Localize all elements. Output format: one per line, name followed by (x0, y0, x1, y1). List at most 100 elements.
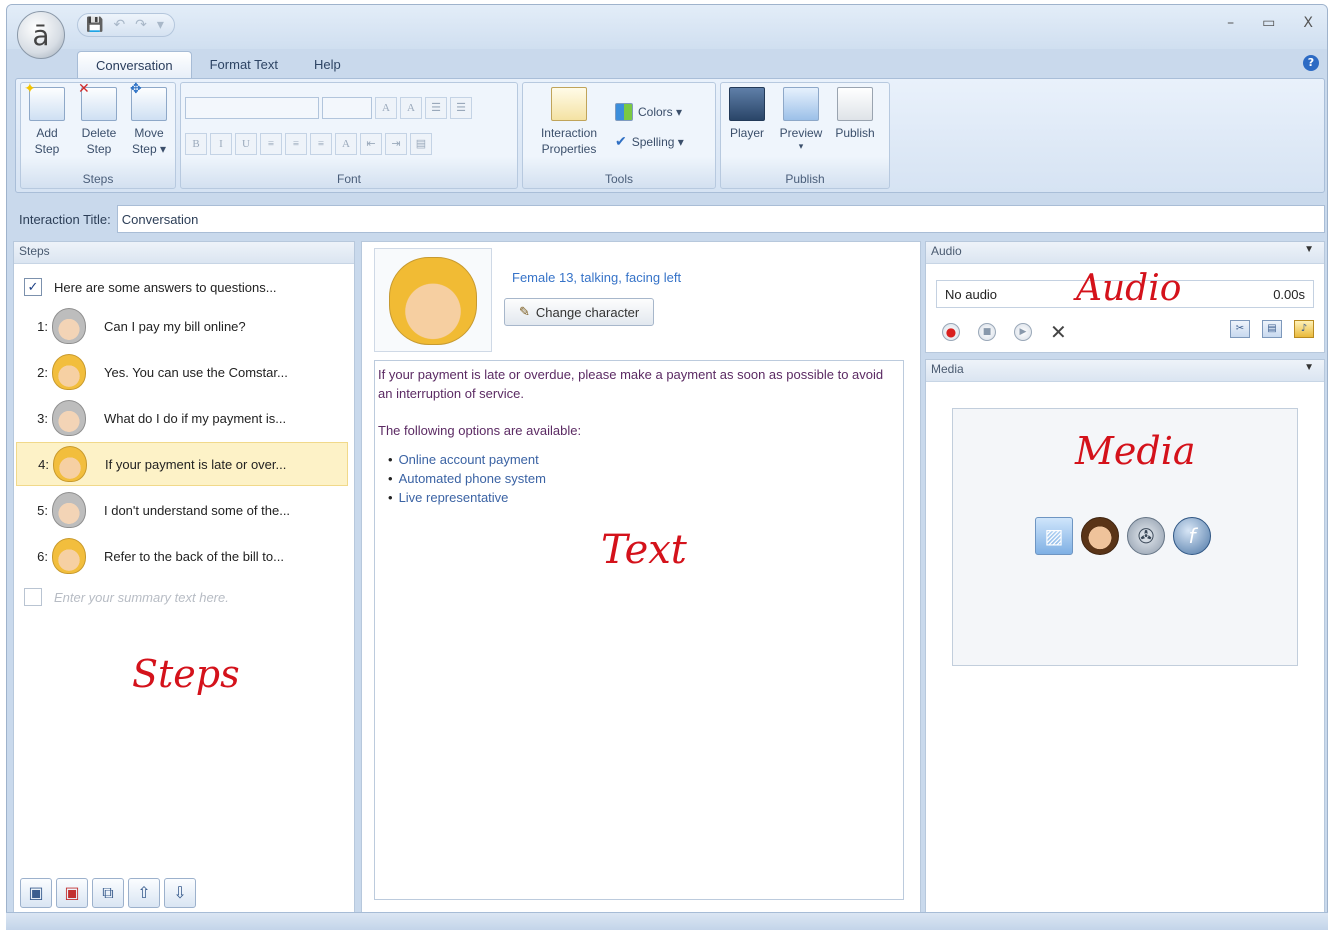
young-character-avatar-icon (52, 354, 86, 390)
character-description-link[interactable]: Female 13, talking, facing left (512, 270, 681, 285)
undo-icon[interactable]: ↶ (113, 17, 125, 33)
save-icon[interactable]: 💾 (86, 17, 103, 33)
publish-group: Player Preview ▾ Publish Publish (720, 82, 890, 189)
tab-help[interactable]: Help (296, 51, 359, 79)
move-down-icon[interactable]: ⇩ (164, 878, 196, 908)
minimize-button[interactable]: – (1227, 15, 1234, 31)
steps-panel-header: Steps (14, 242, 354, 264)
preview-magnifier-icon (783, 87, 819, 121)
record-icon[interactable]: ● (942, 323, 960, 341)
audio-duration: 0.00s (1273, 286, 1305, 302)
move-up-icon[interactable]: ⇧ (128, 878, 160, 908)
step-text-editor[interactable]: If your payment is late or overdue, plea… (374, 360, 904, 900)
increase-indent-button[interactable]: ⇥ (385, 133, 407, 155)
insert-flash-icon[interactable]: f (1173, 517, 1211, 555)
audio-tts-icon[interactable]: ♪ (1294, 320, 1314, 338)
audio-annotation: Audio (1076, 268, 1182, 309)
align-right-button[interactable]: ≡ (310, 133, 332, 155)
italic-button[interactable]: I (210, 133, 232, 155)
step-number: 6: (37, 548, 48, 564)
tab-format-text[interactable]: Format Text (192, 51, 296, 79)
align-left-button[interactable]: ≡ (260, 133, 282, 155)
font-group: A A ☰ ☰ B I U ≡ ≡ ≡ A ⇤ ⇥ ▤ Font (180, 82, 518, 189)
add-step-small-icon[interactable]: ▣ (20, 878, 52, 908)
close-button[interactable]: X (1303, 15, 1313, 31)
character-preview[interactable] (374, 248, 492, 352)
play-icon[interactable]: ▶ (1014, 323, 1032, 341)
grow-font-button[interactable]: A (375, 97, 397, 119)
text-annotation: Text (601, 527, 687, 573)
intro-step-row[interactable]: ✓ Here are some answers to questions... (24, 278, 277, 296)
interaction-properties-label-2: Properties (541, 142, 597, 156)
help-icon[interactable]: ? (1303, 55, 1319, 71)
interaction-properties-button[interactable]: Interaction Properties (527, 87, 611, 157)
font-color-button[interactable]: A (335, 133, 357, 155)
step-item[interactable]: 5: I don't understand some of the... (16, 488, 348, 532)
delete-step-small-icon[interactable]: ▣ (56, 878, 88, 908)
stop-icon[interactable]: ■ (978, 323, 996, 341)
spelling-button[interactable]: ✔ Spelling ▾ (615, 133, 684, 150)
font-size-select[interactable] (322, 97, 372, 119)
delete-step-button[interactable]: Delete Step (75, 80, 123, 157)
collapse-caret-icon[interactable]: ▼ (1304, 362, 1314, 373)
bullets-button[interactable]: ☰ (425, 97, 447, 119)
align-center-button[interactable]: ≡ (285, 133, 307, 155)
underline-button[interactable]: U (235, 133, 257, 155)
audio-edit-icon[interactable]: ✂ (1230, 320, 1250, 338)
step-item[interactable]: 3: What do I do if my payment is... (16, 396, 348, 440)
audio-panel-header[interactable]: Audio ▼ (926, 242, 1324, 264)
insert-video-icon[interactable]: ✇ (1127, 517, 1165, 555)
font-group-label: Font (336, 172, 361, 186)
ribbon-tabs: Conversation Format Text Help (77, 51, 359, 79)
summary-checkbox[interactable] (24, 588, 42, 606)
interaction-title-input[interactable] (116, 205, 1325, 233)
audio-import-icon[interactable]: ▤ (1262, 320, 1282, 338)
redo-icon[interactable]: ↷ (135, 17, 147, 33)
step-item[interactable]: 1: Can I pay my bill online? (16, 304, 348, 348)
properties-pencil-icon (551, 87, 587, 121)
app-menu-button[interactable]: ā (17, 11, 65, 59)
text-panel: Female 13, talking, facing left ✎ Change… (361, 241, 921, 913)
steps-panel: Steps ✓ Here are some answers to questio… (13, 241, 355, 913)
colors-button[interactable]: Colors ▾ (615, 103, 682, 121)
media-type-buttons: ▨ ✇ f (1035, 517, 1211, 555)
publish-button[interactable]: Publish (831, 87, 879, 141)
summary-row[interactable]: Enter your summary text here. (24, 588, 229, 606)
step-item[interactable]: 2: Yes. You can use the Comstar... (16, 350, 348, 394)
add-step-button[interactable]: Add Step (23, 80, 71, 157)
media-panel-header[interactable]: Media ▼ (926, 360, 1324, 382)
insert-button[interactable]: ▤ (410, 133, 432, 155)
preview-label: Preview (779, 126, 823, 140)
option-item: Online account payment (378, 450, 900, 469)
copy-step-icon[interactable]: ⧉ (92, 878, 124, 908)
step-item-selected[interactable]: 4: If your payment is late or over... (16, 442, 348, 486)
tab-conversation[interactable]: Conversation (77, 51, 192, 79)
move-step-button[interactable]: Move Step ▾ (125, 80, 173, 157)
audio-tools: ✂ ▤ ♪ (1230, 320, 1314, 338)
collapse-caret-icon[interactable]: ▼ (1304, 244, 1314, 255)
numbering-button[interactable]: ☰ (450, 97, 472, 119)
shrink-font-button[interactable]: A (400, 97, 422, 119)
delete-audio-icon[interactable]: ✕ (1050, 320, 1067, 344)
text-paragraph-1: If your payment is late or overdue, plea… (378, 367, 884, 401)
text-paragraph-2: The following options are available: (378, 423, 582, 438)
step-item[interactable]: 6: Refer to the back of the bill to... (16, 534, 348, 578)
insert-character-icon[interactable] (1081, 517, 1119, 555)
change-character-button[interactable]: ✎ Change character (504, 298, 655, 326)
summary-placeholder[interactable]: Enter your summary text here. (54, 590, 229, 605)
decrease-indent-button[interactable]: ⇤ (360, 133, 382, 155)
insert-image-icon[interactable]: ▨ (1035, 517, 1073, 555)
intro-checkbox[interactable]: ✓ (24, 278, 42, 296)
audio-status: No audio (945, 286, 998, 302)
step-text: I don't understand some of the... (104, 502, 291, 518)
maximize-button[interactable]: ▭ (1262, 15, 1275, 31)
customize-qat-icon[interactable]: ▾ (157, 17, 164, 33)
preview-button[interactable]: Preview ▾ (777, 87, 825, 151)
colors-label: Colors ▾ (638, 105, 683, 119)
player-button[interactable]: Player (723, 87, 771, 141)
media-drop-area[interactable]: Media ▨ ✇ f (952, 408, 1298, 666)
tools-group: Interaction Properties Colors ▾ ✔ Spelli… (522, 82, 716, 189)
old-character-avatar-icon (52, 400, 86, 436)
font-family-select[interactable] (185, 97, 319, 119)
bold-button[interactable]: B (185, 133, 207, 155)
